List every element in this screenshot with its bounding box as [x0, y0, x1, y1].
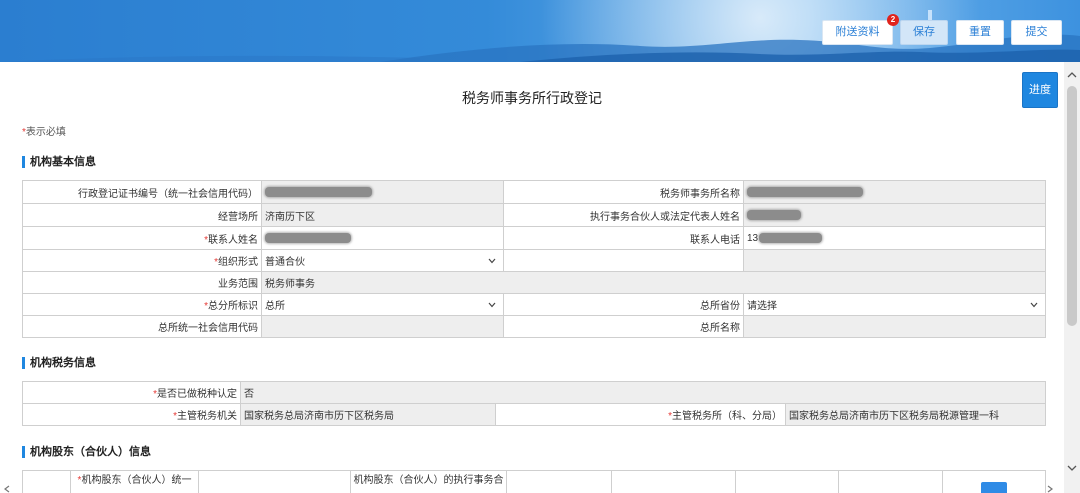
redacted-value	[747, 209, 801, 220]
business-scope-value: 税务师事务	[261, 271, 1046, 294]
business-place-value: 济南历下区	[261, 203, 504, 227]
add-shareholder-button[interactable]	[981, 482, 1007, 493]
org-form-label-text: 组织形式	[218, 257, 258, 268]
contact-name-label: *联系人姓名	[22, 226, 262, 250]
chevron-right-icon[interactable]	[1046, 485, 1054, 493]
column-header	[506, 470, 612, 493]
column-header	[838, 470, 943, 493]
form-row: 经营场所 济南历下区 执行事务合伙人或法定代表人姓名	[22, 203, 1046, 227]
legal-rep-label: 执行事务合伙人或法定代表人姓名	[503, 203, 744, 227]
form-row: 业务范围 税务师事务	[22, 271, 1046, 294]
hq-province-label: 总所省份	[503, 293, 744, 316]
column-header	[611, 470, 736, 493]
reset-button[interactable]: 重置	[956, 20, 1004, 45]
attachments-count-badge: 2	[887, 14, 899, 26]
save-button-label: 保存	[913, 26, 935, 38]
table-header-row: *机构股东（合伙人）统一 机构股东（合伙人）的执行事务合	[22, 470, 1046, 493]
org-form-selected-value: 普通合伙	[265, 257, 305, 268]
form-row: 总所统一社会信用代码 总所名称	[22, 315, 1046, 338]
legal-rep-value	[743, 203, 1046, 227]
column-header-actions	[942, 470, 1046, 493]
column-header	[735, 470, 839, 493]
tax-office-label-text: 主管税务所（科、分局）	[672, 411, 782, 422]
redacted-value	[265, 186, 372, 197]
contact-phone-input[interactable]: 13	[743, 226, 1046, 250]
contact-name-label-text: 联系人姓名	[208, 234, 258, 246]
scrollbar-thumb[interactable]	[1067, 86, 1077, 326]
form-row: 行政登记证书编号（统一社会信用代码） 税务师事务所名称	[22, 180, 1046, 204]
tax-info-table: *是否已做税种认定 否 *主管税务机关 国家税务总局济南市历下区税务局 *主管税…	[22, 381, 1047, 426]
tax-type-confirmed-label: *是否已做税种认定	[22, 381, 241, 404]
chevron-down-icon	[488, 258, 496, 263]
firm-name-label: 税务师事务所名称	[503, 180, 744, 204]
column-header	[22, 470, 71, 493]
tax-type-confirmed-label-text: 是否已做税种认定	[157, 389, 237, 400]
form-row: *组织形式 普通合伙	[22, 249, 1046, 272]
chevron-left-icon[interactable]	[3, 485, 11, 493]
hq-flag-selected-value: 总所	[265, 301, 285, 312]
form-row: *是否已做税种认定 否	[22, 381, 1047, 404]
redacted-value	[747, 186, 863, 197]
page-title: 税务师事务所行政登记	[462, 90, 602, 106]
required-note: *表示必填	[22, 127, 66, 139]
attachments-button[interactable]: 附送资料	[822, 20, 893, 45]
tax-authority-label: *主管税务机关	[22, 403, 241, 426]
cert-no-value	[261, 180, 504, 204]
contact-phone-value: 13	[747, 232, 759, 244]
basic-info-table: 行政登记证书编号（统一社会信用代码） 税务师事务所名称 经营场所 济南历下区 执…	[22, 180, 1046, 338]
form-row: *主管税务机关 国家税务总局济南市历下区税务局 *主管税务所（科、分局） 国家税…	[22, 403, 1047, 426]
hq-flag-label: *总分所标识	[22, 293, 262, 316]
hq-credit-code-label: 总所统一社会信用代码	[22, 315, 262, 338]
required-note-text: 表示必填	[25, 127, 66, 138]
shareholders-heading: 机构股东（合伙人）信息	[22, 446, 151, 458]
redacted-value	[265, 232, 351, 243]
save-button[interactable]: 保存	[900, 20, 948, 45]
contact-name-input[interactable]	[261, 226, 504, 250]
business-place-label: 经营场所	[22, 203, 262, 227]
hq-province-selected-value: 请选择	[747, 301, 777, 312]
org-form-select[interactable]: 普通合伙	[261, 249, 504, 272]
submit-button-label: 提交	[1025, 26, 1048, 38]
shareholders-table-viewport: *机构股东（合伙人）统一 机构股东（合伙人）的执行事务合	[22, 470, 1046, 493]
business-scope-label: 业务范围	[22, 271, 262, 294]
chevron-down-icon	[1030, 302, 1038, 307]
hq-flag-select[interactable]: 总所	[261, 293, 504, 316]
form-row: *总分所标识 总所 总所省份 请选择	[22, 293, 1046, 316]
basic-info-heading: 机构基本信息	[22, 156, 96, 168]
hq-name-label: 总所名称	[503, 315, 744, 338]
column-header: *机构股东（合伙人）统一	[70, 470, 199, 493]
reset-button-label: 重置	[969, 26, 991, 38]
attachments-button-label: 附送资料	[835, 26, 880, 38]
column-header-text: 机构股东（合伙人）统一	[81, 475, 192, 486]
chevron-up-icon[interactable]	[1067, 71, 1077, 79]
tax-office-value: 国家税务总局济南市历下区税务局税源管理一科	[784, 403, 1047, 426]
column-header	[198, 470, 351, 493]
contact-phone-label: 联系人电话	[503, 226, 744, 250]
column-header: 机构股东（合伙人）的执行事务合	[350, 470, 507, 493]
firm-name-value	[743, 180, 1046, 204]
shareholders-table: *机构股东（合伙人）统一 机构股东（合伙人）的执行事务合	[22, 470, 1046, 493]
hq-credit-code-value	[261, 315, 504, 338]
submit-button[interactable]: 提交	[1011, 20, 1062, 45]
tax-info-heading: 机构税务信息	[22, 357, 96, 369]
hq-province-select[interactable]: 请选择	[743, 293, 1046, 316]
hq-flag-label-text: 总分所标识	[208, 301, 258, 312]
hq-name-value	[743, 315, 1046, 338]
chevron-down-icon[interactable]	[1067, 464, 1077, 472]
tax-authority-value: 国家税务总局济南市历下区税务局	[240, 403, 496, 426]
cert-no-label: 行政登记证书编号（统一社会信用代码）	[22, 180, 262, 204]
empty-label-cell	[503, 249, 744, 272]
chevron-down-icon	[488, 302, 496, 307]
tax-type-confirmed-value: 否	[239, 381, 1047, 404]
form-row: *联系人姓名 联系人电话 13	[22, 226, 1046, 250]
empty-value-cell	[743, 249, 1046, 272]
tax-office-label: *主管税务所（科、分局）	[495, 403, 786, 426]
redacted-value	[759, 232, 823, 243]
tax-authority-label-text: 主管税务机关	[177, 411, 237, 422]
org-form-label: *组织形式	[22, 249, 262, 272]
